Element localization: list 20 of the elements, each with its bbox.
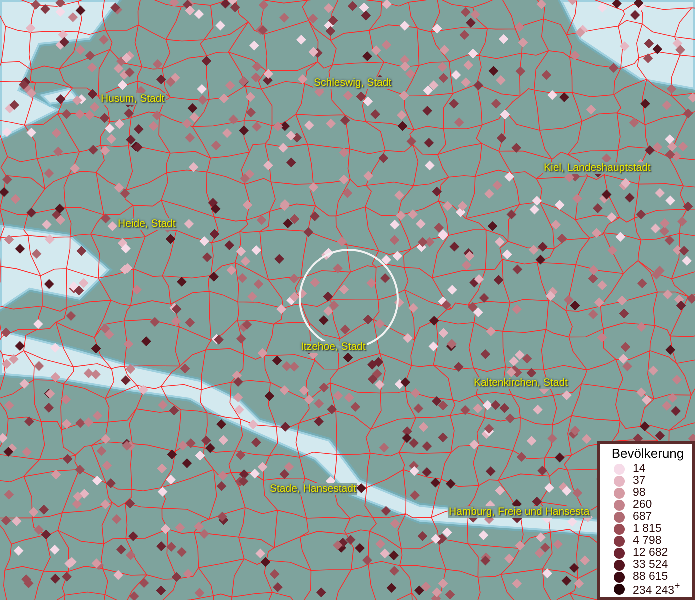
legend-label: 260	[633, 499, 652, 511]
place-label: Kiel, Landeshauptstadt	[543, 162, 652, 174]
legend-label: 687	[633, 511, 652, 523]
legend-label: 12 682	[633, 547, 668, 559]
place-label: Kaltenkirchen, Stadt	[473, 377, 569, 389]
legend-label: 14	[633, 463, 646, 475]
legend-label: 1 815	[633, 523, 662, 535]
legend-label: 33 524	[633, 559, 668, 571]
legend-label: 4 798	[633, 535, 662, 547]
legend-label: 37	[633, 475, 646, 487]
legend-title: Bevölkerung	[610, 446, 686, 461]
place-label: Stade, Hansestadt	[269, 483, 358, 495]
place-label: Heide, Stadt	[117, 218, 177, 230]
place-label: Schleswig, Stadt	[313, 77, 393, 89]
place-label: Itzehoe, Stadt	[300, 341, 367, 353]
place-label: Hamburg, Freie und Hansesta	[448, 506, 591, 518]
legend-label: 98	[633, 487, 646, 499]
legend-label: 234 243$^{+}$	[633, 581, 680, 597]
place-label: Husum, Stadt	[100, 93, 166, 105]
legend-label: 88 615	[633, 571, 668, 583]
